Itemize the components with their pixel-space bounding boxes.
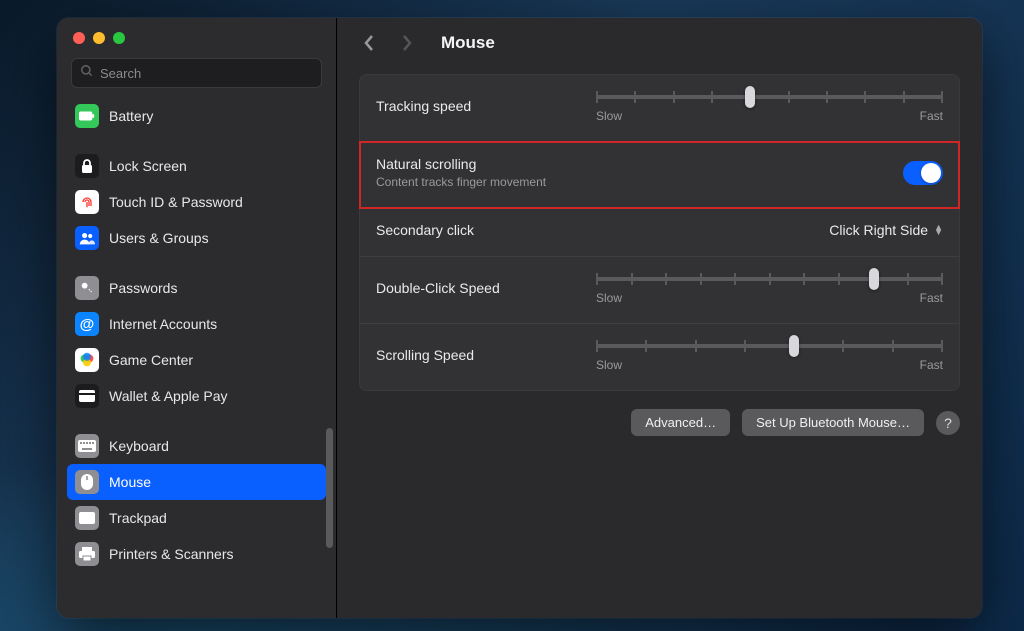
- chevron-updown-icon: ▲▼: [934, 225, 943, 235]
- help-button[interactable]: ?: [936, 411, 960, 435]
- natural-scrolling-description: Content tracks finger movement: [376, 175, 576, 189]
- sidebar-item-trackpad[interactable]: Trackpad: [67, 500, 326, 536]
- sidebar-item-label: Users & Groups: [109, 230, 209, 246]
- wallet-icon: [75, 384, 99, 408]
- sidebar-item-label: Game Center: [109, 352, 193, 368]
- search-input[interactable]: [100, 66, 313, 81]
- sidebar-item-lock-screen[interactable]: Lock Screen: [67, 148, 326, 184]
- keyboard-icon: [75, 434, 99, 458]
- slider-max-label: Fast: [920, 291, 943, 305]
- footer-buttons: Advanced… Set Up Bluetooth Mouse… ?: [359, 409, 960, 436]
- sidebar-item-mouse[interactable]: Mouse: [67, 464, 326, 500]
- sidebar-item-label: Passwords: [109, 280, 177, 296]
- game-center-icon: [75, 348, 99, 372]
- sidebar-item-passwords[interactable]: Passwords: [67, 270, 326, 306]
- close-window-button[interactable]: [73, 32, 85, 44]
- sidebar-item-label: Internet Accounts: [109, 316, 217, 332]
- slider-max-label: Fast: [920, 358, 943, 372]
- sidebar-item-touch-id[interactable]: Touch ID & Password: [67, 184, 326, 220]
- mouse-icon: [75, 470, 99, 494]
- sidebar-item-internet-accounts[interactable]: @ Internet Accounts: [67, 306, 326, 342]
- page-title: Mouse: [441, 33, 495, 53]
- internet-accounts-icon: @: [75, 312, 99, 336]
- mouse-settings-panel: Tracking speed Slow Fast: [359, 74, 960, 391]
- scrolling-speed-row: Scrolling Speed Slow Fast: [360, 324, 959, 390]
- scrolling-speed-slider[interactable]: [596, 344, 943, 348]
- trackpad-icon: [75, 506, 99, 530]
- lock-screen-icon: [75, 154, 99, 178]
- natural-scrolling-row: Natural scrolling Content tracks finger …: [360, 142, 959, 208]
- slider-min-label: Slow: [596, 358, 622, 372]
- passwords-icon: [75, 276, 99, 300]
- sidebar-item-game-center[interactable]: Game Center: [67, 342, 326, 378]
- advanced-button[interactable]: Advanced…: [631, 409, 730, 436]
- natural-scrolling-toggle[interactable]: [903, 161, 943, 185]
- secondary-click-value: Click Right Side: [829, 222, 928, 238]
- double-click-speed-row: Double-Click Speed Slow Fast: [360, 257, 959, 324]
- secondary-click-row: Secondary click Click Right Side ▲▼: [360, 208, 959, 257]
- sidebar-item-label: Battery: [109, 108, 153, 124]
- natural-scrolling-label: Natural scrolling: [376, 156, 576, 172]
- window-controls: [57, 18, 336, 44]
- search-icon: [80, 64, 94, 83]
- secondary-click-select[interactable]: Click Right Side ▲▼: [829, 222, 943, 238]
- setup-bluetooth-mouse-button[interactable]: Set Up Bluetooth Mouse…: [742, 409, 924, 436]
- forward-button[interactable]: [397, 33, 417, 53]
- main-header: Mouse: [337, 18, 982, 68]
- tracking-speed-slider[interactable]: [596, 95, 943, 99]
- sidebar-list[interactable]: Battery Lock Screen Touch ID & Password Use…: [57, 98, 336, 618]
- main-content: Mouse Tracking speed Slow Fast: [337, 18, 982, 618]
- sidebar-item-label: Keyboard: [109, 438, 169, 454]
- secondary-click-label: Secondary click: [376, 222, 576, 238]
- minimize-window-button[interactable]: [93, 32, 105, 44]
- printers-icon: [75, 542, 99, 566]
- slider-max-label: Fast: [920, 109, 943, 123]
- scrolling-speed-label: Scrolling Speed: [376, 347, 576, 363]
- zoom-window-button[interactable]: [113, 32, 125, 44]
- tracking-speed-row: Tracking speed Slow Fast: [360, 75, 959, 142]
- sidebar-item-battery[interactable]: Battery: [67, 98, 326, 134]
- tracking-speed-label: Tracking speed: [376, 98, 576, 114]
- system-settings-window: Battery Lock Screen Touch ID & Password Use…: [57, 18, 982, 618]
- sidebar-item-keyboard[interactable]: Keyboard: [67, 428, 326, 464]
- sidebar-item-printers[interactable]: Printers & Scanners: [67, 536, 326, 572]
- sidebar-item-label: Lock Screen: [109, 158, 187, 174]
- sidebar-item-label: Touch ID & Password: [109, 194, 243, 210]
- sidebar-item-label: Wallet & Apple Pay: [109, 388, 228, 404]
- slider-min-label: Slow: [596, 109, 622, 123]
- search-field[interactable]: [71, 58, 322, 88]
- sidebar-item-users-groups[interactable]: Users & Groups: [67, 220, 326, 256]
- scrollbar-thumb[interactable]: [326, 428, 333, 548]
- sidebar-item-wallet[interactable]: Wallet & Apple Pay: [67, 378, 326, 414]
- touch-id-icon: [75, 190, 99, 214]
- double-click-speed-label: Double-Click Speed: [376, 280, 576, 296]
- battery-icon: [75, 104, 99, 128]
- users-groups-icon: [75, 226, 99, 250]
- sidebar-item-label: Mouse: [109, 474, 151, 490]
- back-button[interactable]: [359, 33, 379, 53]
- sidebar-item-label: Trackpad: [109, 510, 167, 526]
- slider-min-label: Slow: [596, 291, 622, 305]
- double-click-speed-slider[interactable]: [596, 277, 943, 281]
- sidebar-item-label: Printers & Scanners: [109, 546, 234, 562]
- sidebar: Battery Lock Screen Touch ID & Password Use…: [57, 18, 337, 618]
